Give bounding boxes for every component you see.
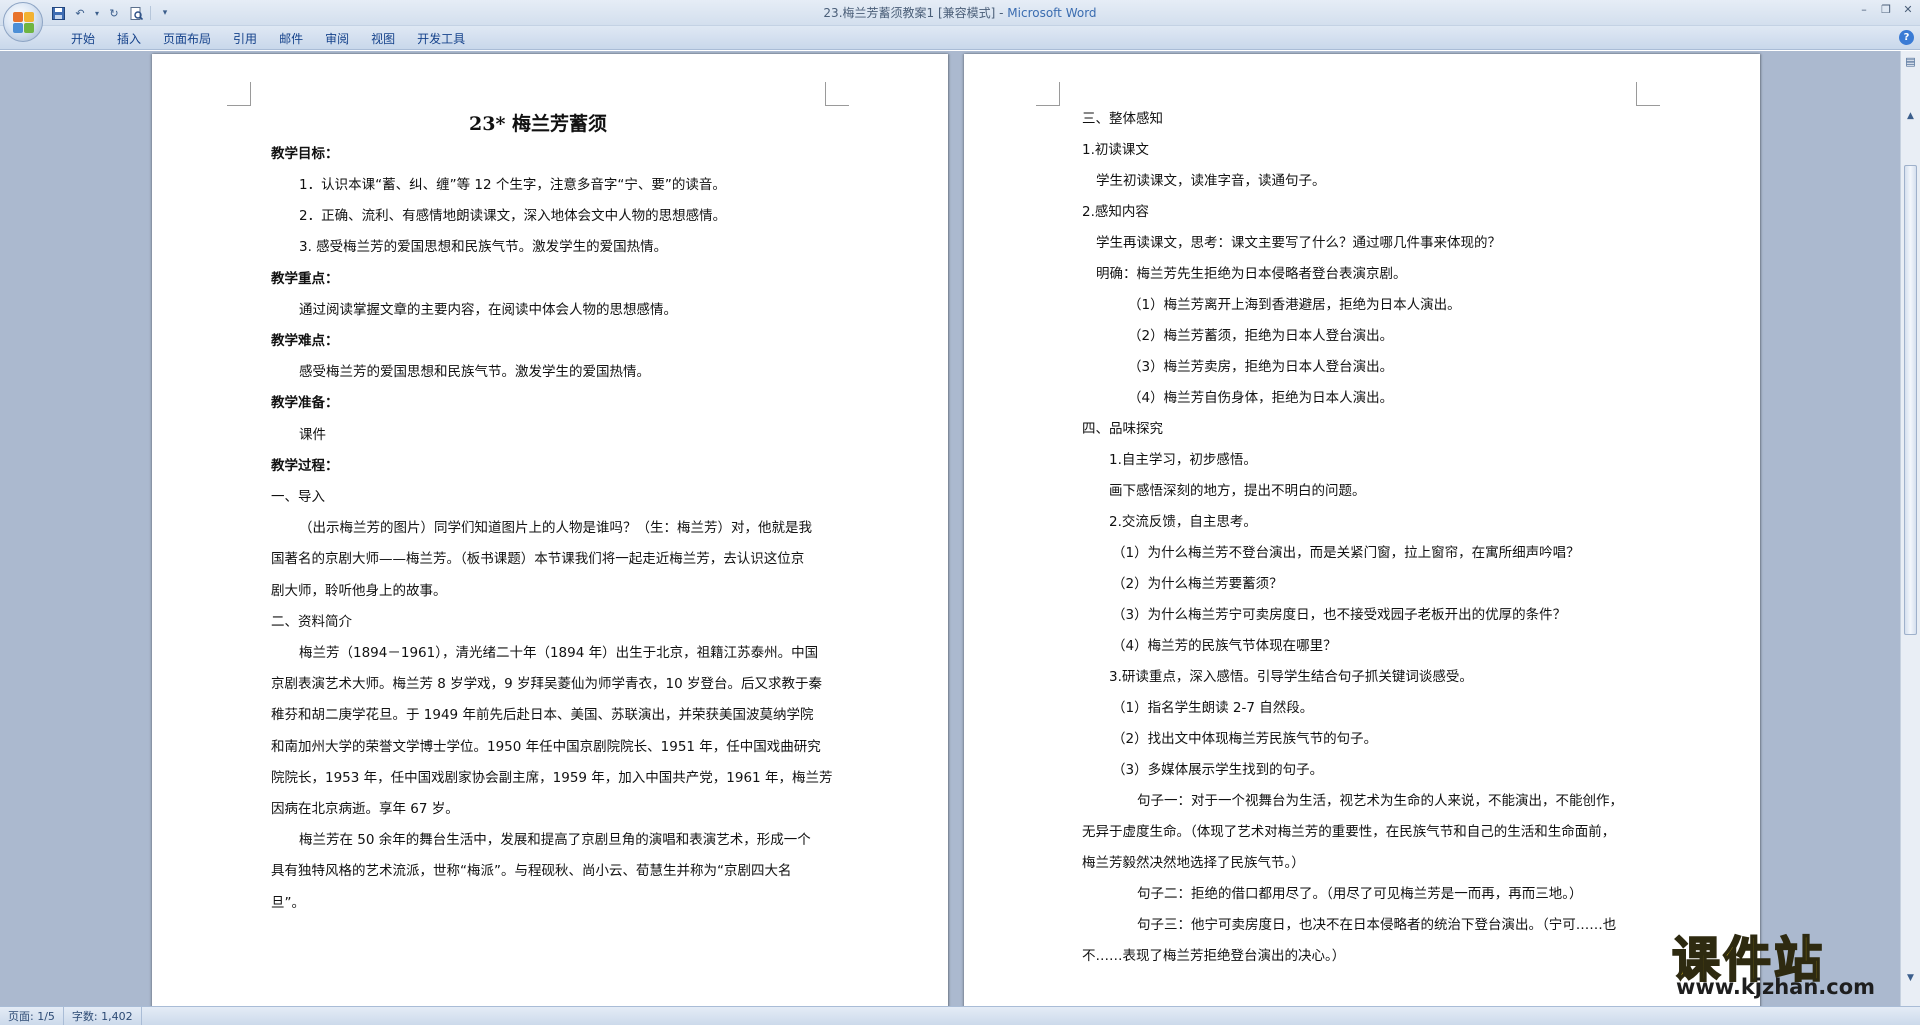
paragraph-preparation: 课件: [299, 427, 326, 443]
subsection-first-reading: 1.初读课文: [1082, 142, 1149, 158]
corner-mark-top-left: [1036, 82, 1060, 106]
section-introduction: 一、导入: [271, 489, 325, 505]
paragraph-intro-line-1: （出示梅兰芳的图片）同学们知道图片上的人物是谁吗？（生：梅兰芳）对，他就是我: [299, 520, 812, 536]
paragraph-bio-line-5: 院院长，1953 年，任中国戏剧家协会副主席，1959 年，加入中国共产党，19…: [271, 770, 833, 786]
heading-key-points: 教学重点：: [271, 271, 339, 287]
paragraph-key-points: 通过阅读掌握文章的主要内容，在阅读中体会人物的思想感情。: [299, 302, 677, 318]
status-bar: 页面: 1/5 字数: 1,402: [0, 1006, 1920, 1025]
scroll-down-icon[interactable]: ▼: [1903, 971, 1918, 985]
list-item-step-1: （1）指名学生朗读 2-7 自然段。: [1112, 700, 1314, 716]
tab-review[interactable]: 审阅: [314, 29, 360, 48]
minimize-icon[interactable]: –: [1856, 2, 1872, 18]
paragraph-self-study: 画下感悟深刻的地方，提出不明白的问题。: [1109, 483, 1366, 499]
list-item-event-3: （3）梅兰芳卖房，拒绝为日本人登台演出。: [1128, 359, 1394, 375]
document-title: 23* 梅兰芳蓄须: [469, 113, 607, 135]
paragraph-sentence-1-line-1: 句子一：对于一个视舞台为生活，视艺术为生命的人来说，不能演出，不能创作，: [1137, 793, 1623, 809]
heading-teaching-goals: 教学目标：: [271, 146, 339, 162]
paragraph-goal-2: 2．正确、流利、有感情地朗读课文，深入地体会文中人物的思想感情。: [299, 208, 727, 224]
list-item-question-1: （1）为什么梅兰芳不登台演出，而是关紧门窗，拉上窗帘，在寓所细声吟唱？: [1112, 545, 1580, 561]
paragraph-first-reading: 学生初读课文，读准字音，读通句子。: [1096, 173, 1326, 189]
list-item-question-4: （4）梅兰芳的民族气节体现在哪里？: [1112, 638, 1337, 654]
paragraph-sentence-2: 句子二：拒绝的借口都用尽了。（用尽了可见梅兰芳是一而再，再而三地。）: [1137, 886, 1583, 902]
document-page-1[interactable]: 23* 梅兰芳蓄须 教学目标： 1．认识本课“蓄、纠、缠”等 12 个生字，注意…: [152, 54, 948, 1006]
ribbon-tab-row: 开始 插入 页面布局 引用 邮件 审阅 视图 开发工具: [60, 29, 476, 48]
paragraph-reread: 学生再读课文，思考：课文主要写了什么？通过哪几件事来体现的？: [1096, 235, 1501, 251]
subsection-feedback: 2.交流反馈，自主思考。: [1109, 514, 1257, 530]
heading-process: 教学过程：: [271, 458, 339, 474]
paragraph-intro-line-2: 国著名的京剧大师——梅兰芳。（板书课题）本节课我们将一起走近梅兰芳，去认识这位京: [271, 551, 805, 567]
paragraph-bio-line-3: 稚芬和胡二庚学花旦。于 1949 年前先后赴日本、美国、苏联演出，并荣获美国波莫…: [271, 707, 814, 723]
paragraph-bio-line-4: 和南加州大学的荣誉文学博士学位。1950 年任中国京剧院院长、1951 年，任中…: [271, 739, 821, 755]
page-count-status[interactable]: 页面: 1/5: [0, 1006, 64, 1025]
document-area: 23* 梅兰芳蓄须 教学目标： 1．认识本课“蓄、纠、缠”等 12 个生字，注意…: [0, 51, 1900, 1006]
list-item-event-4: （4）梅兰芳自伤身体，拒绝为日本人演出。: [1128, 390, 1394, 406]
vertical-scrollbar[interactable]: ▤ ▲ ▼: [1900, 51, 1920, 1006]
paragraph-intro-line-3: 剧大师，聆听他身上的故事。: [271, 583, 447, 599]
paragraph-clarify: 明确：梅兰芳先生拒绝为日本侵略者登台表演京剧。: [1096, 266, 1407, 282]
word-count-status[interactable]: 字数: 1,402: [64, 1006, 142, 1025]
scrollbar-thumb[interactable]: [1904, 165, 1917, 635]
paragraph-style-line-1: 梅兰芳在 50 余年的舞台生活中，发展和提高了京剧旦角的演唱和表演艺术，形成一个: [299, 832, 811, 848]
list-item-question-2: （2）为什么梅兰芳要蓄须？: [1112, 576, 1283, 592]
paragraph-difficulties: 感受梅兰芳的爱国思想和民族气节。激发学生的爱国热情。: [299, 364, 650, 380]
restore-icon[interactable]: ❐: [1878, 2, 1894, 18]
tab-developer[interactable]: 开发工具: [406, 29, 476, 48]
section-overall-perception: 三、整体感知: [1082, 111, 1163, 127]
list-item-step-2: （2）找出文中体现梅兰芳民族气节的句子。: [1112, 731, 1378, 747]
heading-difficulties: 教学难点：: [271, 333, 339, 349]
paragraph-bio-line-6: 因病在北京病逝。享年 67 岁。: [271, 801, 459, 817]
document-page-2[interactable]: 三、整体感知 1.初读课文 学生初读课文，读准字音，读通句子。 2.感知内容 学…: [964, 54, 1760, 1006]
paragraph-style-line-2: 具有独特风格的艺术流派，世称“梅派”。与程砚秋、尚小云、荀慧生并称为“京剧四大名: [271, 863, 792, 879]
paragraph-goal-3: 3. 感受梅兰芳的爱国思想和民族气节。激发学生的爱国热情。: [299, 239, 668, 255]
heading-preparation: 教学准备：: [271, 395, 339, 411]
tab-insert[interactable]: 插入: [106, 29, 152, 48]
list-item-step-3: （3）多媒体展示学生找到的句子。: [1112, 762, 1324, 778]
help-icon[interactable]: ?: [1899, 30, 1914, 45]
subsection-perceive: 2.感知内容: [1082, 204, 1149, 220]
subsection-study-focus: 3.研读重点，深入感悟。引导学生结合句子抓关键词谈感受。: [1109, 669, 1473, 685]
scroll-up-icon[interactable]: ▲: [1903, 109, 1918, 123]
corner-mark-top-right: [825, 82, 849, 106]
tab-home[interactable]: 开始: [60, 29, 106, 48]
section-explore: 四、品味探究: [1082, 421, 1163, 437]
close-icon[interactable]: ✕: [1900, 2, 1916, 18]
office-logo-icon: [12, 11, 34, 33]
window-title: 23.梅兰芳蓄须教案1 [兼容模式] - Microsoft Word: [0, 4, 1920, 21]
paragraph-bio-line-2: 京剧表演艺术大师。梅兰芳 8 岁学戏，9 岁拜吴菱仙为师学青衣，10 岁登台。后…: [271, 676, 823, 692]
ribbon-tabs: 开始 插入 页面布局 引用 邮件 审阅 视图 开发工具 ?: [0, 26, 1920, 50]
corner-mark-top-right: [1636, 82, 1660, 106]
window-controls: – ❐ ✕: [1856, 2, 1916, 18]
list-item-event-1: （1）梅兰芳离开上海到香港避居，拒绝为日本人演出。: [1128, 297, 1461, 313]
paragraph-style-line-3: 旦”。: [271, 895, 305, 911]
paragraph-sentence-1-line-3: 梅兰芳毅然决然地选择了民族气节。）: [1082, 855, 1305, 871]
list-item-question-3: （3）为什么梅兰芳宁可卖房度日，也不接受戏园子老板开出的优厚的条件？: [1112, 607, 1567, 623]
tab-mailings[interactable]: 邮件: [268, 29, 314, 48]
ruler-toggle-icon[interactable]: ▤: [1903, 55, 1918, 69]
paragraph-sentence-1-line-2: 无异于虚度生命。（体现了艺术对梅兰芳的重要性，在民族气节和自己的生活和生命面前，: [1082, 824, 1616, 840]
paragraph-bio-line-1: 梅兰芳（1894－1961），清光绪二十年（1894 年）出生于北京，祖籍江苏泰…: [299, 645, 819, 661]
tab-page-layout[interactable]: 页面布局: [152, 29, 222, 48]
paragraph-sentence-3-line-2: 不……表现了梅兰芳拒绝登台演出的决心。）: [1082, 948, 1346, 964]
list-item-event-2: （2）梅兰芳蓄须，拒绝为日本人登台演出。: [1128, 328, 1394, 344]
app-name: Microsoft Word: [1007, 6, 1097, 20]
paragraph-goal-1: 1．认识本课“蓄、纠、缠”等 12 个生字，注意多音字“宁、要”的读音。: [299, 177, 726, 193]
subsection-self-study: 1.自主学习，初步感悟。: [1109, 452, 1257, 468]
document-name: 23.梅兰芳蓄须教案1 [兼容模式] -: [823, 6, 1008, 20]
corner-mark-top-left: [227, 82, 251, 106]
office-button[interactable]: [3, 2, 43, 42]
paragraph-sentence-3-line-1: 句子三：他宁可卖房度日，也决不在日本侵略者的统治下登台演出。（宁可……也: [1137, 917, 1617, 933]
tab-references[interactable]: 引用: [222, 29, 268, 48]
tab-view[interactable]: 视图: [360, 29, 406, 48]
title-bar: ↶ ▾ ↻ ▾ 23.梅兰芳蓄须教案1 [兼容模式] - Microsoft W…: [0, 0, 1920, 42]
section-background: 二、资料简介: [271, 614, 352, 630]
